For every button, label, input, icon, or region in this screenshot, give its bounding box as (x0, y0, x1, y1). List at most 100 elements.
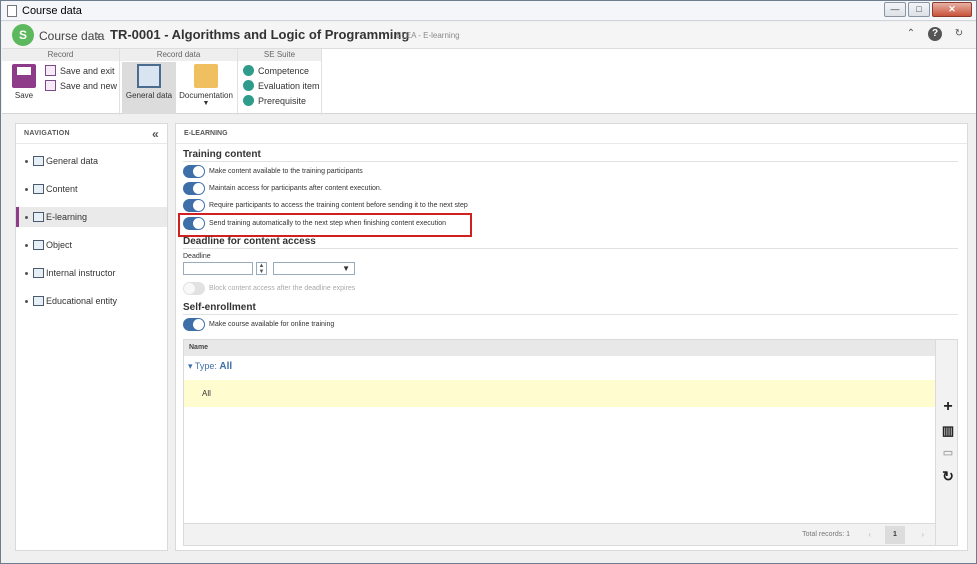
expand-arrow-icon[interactable]: ▾ (188, 361, 195, 371)
deadline-stepper[interactable]: ▲ ▼ (256, 262, 267, 275)
minimize-button[interactable]: — (884, 2, 906, 17)
toggle-switch[interactable] (183, 318, 205, 331)
nav-item-content[interactable]: Content (16, 179, 167, 199)
competence-icon (243, 65, 254, 76)
total-records: Total records: 1 (802, 531, 850, 538)
toggle-course-online[interactable]: Make course available for online trainin… (183, 318, 334, 331)
object-icon (33, 240, 44, 250)
nav-item-label: General data (46, 156, 99, 166)
app-logo-icon: S (12, 24, 34, 46)
nav-item-e-learning[interactable]: E-learning (16, 207, 167, 227)
group-value: All (219, 361, 233, 372)
deadline-label: Deadline (183, 253, 211, 260)
ribbon-toolbar: Record Save Save and exit Save and new R… (2, 48, 976, 115)
help-icon[interactable]: ? (928, 27, 942, 41)
deadline-input[interactable] (183, 262, 253, 275)
toggle-block-content-access[interactable]: Block content access after the deadline … (183, 282, 355, 295)
deadline-unit-select[interactable]: ▼ (273, 262, 355, 275)
grid-actions: + ▥ ▭ ↻ (935, 340, 957, 545)
breadcrumb-separator: › (96, 28, 100, 42)
nav-item-label: E-learning (46, 212, 88, 222)
save-button[interactable]: Save (10, 62, 38, 100)
deadline-heading: Deadline for content access (183, 236, 316, 247)
page-header: S Course data › TR-0001 - Algorithms and… (2, 22, 976, 48)
save-label: Save (14, 91, 34, 100)
toggle-require-participants[interactable]: Require participants to access the train… (183, 199, 468, 212)
save-and-exit-button[interactable]: Save and exit (45, 65, 115, 76)
evaluation-item-button[interactable]: Evaluation item (243, 80, 320, 91)
save-exit-icon (45, 65, 56, 76)
bullet-icon (25, 187, 28, 191)
toggle-label: Block content access after the deadline … (209, 285, 356, 292)
bullet-icon (25, 271, 28, 275)
nav-item-object[interactable]: Object (16, 235, 167, 255)
nav-item-general-data[interactable]: General data (16, 151, 167, 171)
ribbon-group-record-data: Record data General data Documentation ▼ (120, 49, 238, 115)
elearning-icon (33, 212, 44, 222)
maximize-button[interactable]: □ (908, 2, 930, 17)
bullet-icon (25, 243, 28, 247)
ribbon-group-record: Record Save Save and exit Save and new (2, 49, 120, 115)
bullet-icon (25, 159, 28, 163)
group-row[interactable]: ▾ Type: All (188, 361, 232, 372)
building-icon (33, 296, 44, 306)
nav-item-internal-instructor[interactable]: Internal instructor (16, 263, 167, 283)
nav-item-educational-entity[interactable]: Educational entity (16, 291, 167, 311)
toggle-switch[interactable] (183, 165, 205, 178)
competence-button[interactable]: Competence (243, 65, 309, 76)
navigation-title-text: NAVIGATION (24, 130, 70, 137)
floppy-icon (12, 64, 36, 88)
highlight-annotation (178, 213, 472, 237)
evaluation-item-label: Evaluation item (258, 80, 320, 91)
page-title: TR-0001 - Algorithms and Logic of Progra… (110, 27, 410, 42)
window-title: Course data (22, 5, 82, 17)
column-header-name[interactable]: Name (184, 340, 935, 356)
prerequisite-icon (243, 95, 254, 106)
ribbon-group-title: Record data (120, 49, 237, 61)
trash-icon[interactable]: ▥ (941, 423, 955, 439)
documentation-button[interactable]: Documentation ▼ (178, 62, 234, 107)
toggle-switch[interactable] (183, 182, 205, 195)
refresh-icon[interactable]: ↻ (941, 468, 955, 485)
nav-item-label: Internal instructor (46, 268, 116, 278)
previous-page-icon[interactable]: ‹ (868, 530, 871, 539)
refresh-icon[interactable]: ↻ (952, 27, 966, 41)
document-icon (7, 5, 17, 17)
add-icon[interactable]: + (941, 398, 955, 416)
page-number[interactable]: 1 (885, 526, 905, 544)
save-new-icon (45, 80, 56, 91)
toggle-switch[interactable] (183, 199, 205, 212)
toggle-switch[interactable] (183, 282, 205, 295)
save-and-new-button[interactable]: Save and new (45, 80, 117, 91)
toggle-make-content-available[interactable]: Make content available to the training p… (183, 165, 363, 178)
window-icon (137, 64, 161, 88)
save-and-exit-label: Save and exit (60, 65, 115, 76)
navigation-panel: NAVIGATION « General data Content E-lear… (15, 123, 168, 551)
breadcrumb-subtitle: ELEA - E-learning (396, 31, 460, 40)
prerequisite-button[interactable]: Prerequisite (243, 95, 306, 106)
nav-item-label: Object (46, 240, 73, 250)
app-window: Course data — □ ✕ S Course data › TR-000… (0, 0, 977, 564)
table-row[interactable]: All (184, 380, 935, 407)
divider (183, 161, 958, 162)
dropdown-arrow-icon: ▼ (342, 264, 350, 273)
toggle-label: Require participants to access the train… (209, 202, 468, 209)
header-actions: ⌃ ? ↻ (904, 27, 966, 41)
breadcrumb-parent[interactable]: Course data (39, 29, 104, 43)
nav-item-label: Content (46, 184, 78, 194)
self-enrollment-heading: Self-enrollment (183, 302, 256, 313)
general-data-button[interactable]: General data (122, 62, 176, 114)
collapse-up-icon[interactable]: ⌃ (904, 27, 918, 41)
nav-item-label: Educational entity (46, 296, 118, 306)
evaluation-icon (243, 80, 254, 91)
view-record-icon[interactable]: ▭ (941, 446, 955, 459)
divider (183, 314, 958, 315)
close-button[interactable]: ✕ (932, 2, 972, 17)
toggle-label: Make content available to the training p… (209, 168, 363, 175)
next-page-icon[interactable]: › (921, 530, 924, 539)
bullet-icon (25, 215, 28, 219)
window-controls: — □ ✕ (884, 2, 972, 17)
toggle-maintain-access[interactable]: Maintain access for participants after c… (183, 182, 382, 195)
collapse-left-icon[interactable]: « (152, 127, 159, 141)
prerequisite-label: Prerequisite (258, 95, 307, 106)
